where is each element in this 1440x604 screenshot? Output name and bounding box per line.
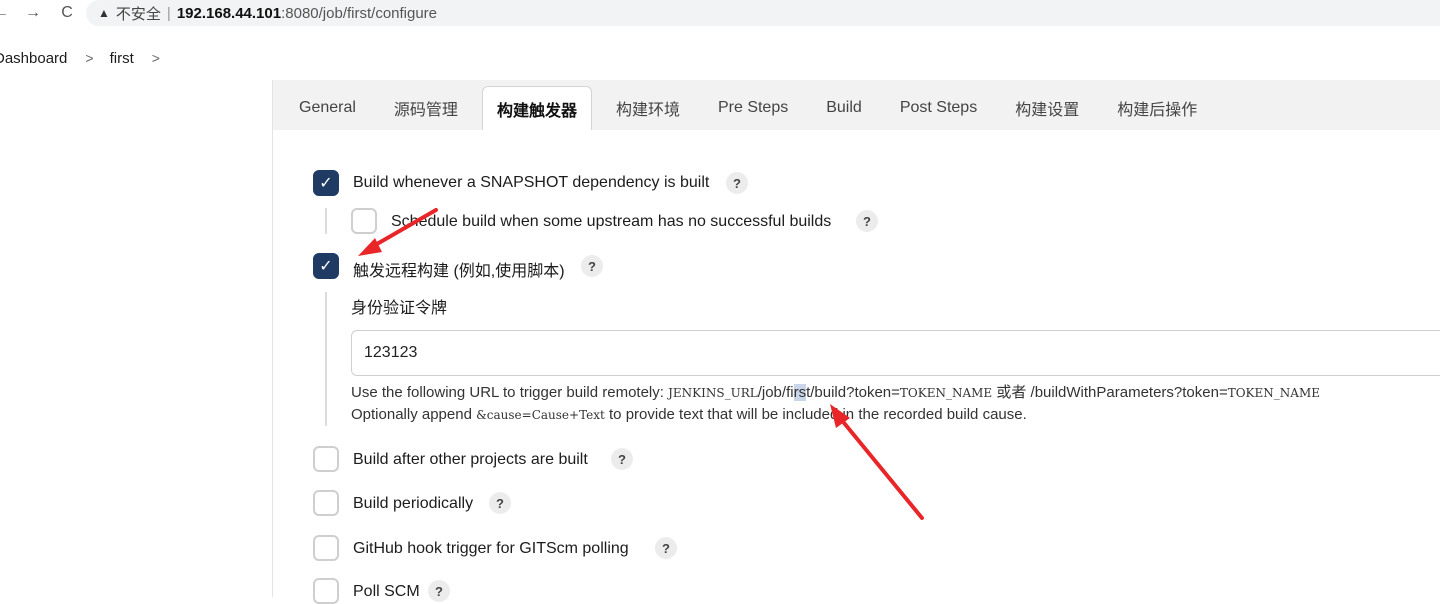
- hint-code: JENKINS_URL: [668, 386, 758, 400]
- hint-text: 或者: [992, 384, 1031, 401]
- upstream-checkbox[interactable]: [351, 208, 377, 234]
- tab-build[interactable]: Build: [812, 86, 876, 130]
- hint-text: t/build?token=: [806, 384, 900, 401]
- help-icon[interactable]: ?: [489, 492, 511, 514]
- hint-code: &cause=Cause+Text: [476, 408, 605, 422]
- warning-icon: ▲: [98, 6, 110, 20]
- remote-trigger-checkbox[interactable]: ✓: [313, 253, 339, 279]
- nested-divider: [325, 208, 327, 234]
- snapshot-label: Build whenever a SNAPSHOT dependency is …: [353, 174, 710, 191]
- url-hint-line: Use the following URL to trigger build r…: [351, 381, 1320, 402]
- tab-source-code[interactable]: 源码管理: [380, 86, 472, 130]
- hint-text: Optionally append: [351, 406, 477, 423]
- url-host: 192.168.44.101: [176, 4, 282, 22]
- hint-text: /buildWithParameters?token=: [1030, 384, 1228, 401]
- url-path: :8080/job/first/configure: [281, 4, 438, 22]
- cause-hint-line: Optionally append &cause=Cause+Text to p…: [351, 406, 1027, 423]
- chevron-right-icon[interactable]: >: [152, 50, 160, 66]
- hint-text: Use the following URL to trigger build r…: [351, 384, 669, 401]
- help-icon[interactable]: ?: [856, 210, 878, 232]
- hint-text: to provide text that will be included in…: [604, 406, 1027, 423]
- insecure-label: 不安全: [115, 5, 161, 23]
- token-label: 身份验证令牌: [351, 300, 448, 317]
- breadcrumb-first[interactable]: first: [110, 50, 134, 67]
- back-icon[interactable]: ←: [0, 2, 12, 24]
- reload-icon[interactable]: C: [56, 2, 78, 24]
- build-after-other-checkbox[interactable]: [313, 446, 339, 472]
- chevron-right-icon: >: [85, 50, 94, 66]
- help-icon[interactable]: ?: [726, 172, 748, 194]
- token-input[interactable]: [351, 330, 1440, 376]
- hint-code: TOKEN_NAME: [899, 386, 993, 400]
- hint-text: /job/fi: [757, 384, 794, 401]
- help-icon[interactable]: ?: [581, 255, 603, 277]
- forward-icon[interactable]: →: [22, 2, 44, 24]
- poll-scm-label: Poll SCM: [353, 583, 420, 600]
- side-panel: [0, 80, 272, 597]
- hint-code: TOKEN_NAME: [1227, 386, 1320, 400]
- breadcrumb-dashboard[interactable]: Dashboard: [0, 50, 67, 67]
- browser-toolbar: ← → C ▲ 不安全 | 192.168.44.101:8080/job/fi…: [0, 0, 1440, 26]
- help-icon[interactable]: ?: [428, 580, 450, 602]
- tab-build-settings[interactable]: 构建设置: [1001, 86, 1093, 130]
- github-hook-label: GitHub hook trigger for GITScm polling: [353, 540, 629, 557]
- help-icon[interactable]: ?: [611, 448, 633, 470]
- poll-scm-checkbox[interactable]: [313, 578, 339, 604]
- upstream-label: Schedule build when some upstream has no…: [391, 213, 832, 230]
- tab-pre-steps[interactable]: Pre Steps: [704, 86, 802, 130]
- tab-post-steps[interactable]: Post Steps: [886, 86, 991, 130]
- build-periodically-label: Build periodically: [353, 495, 474, 512]
- config-main: General 源码管理 构建触发器 构建环境 Pre Steps Build …: [272, 80, 1440, 604]
- build-periodically-checkbox[interactable]: [313, 490, 339, 516]
- nested-divider: [325, 292, 327, 426]
- help-icon[interactable]: ?: [655, 537, 677, 559]
- tab-post-build-actions[interactable]: 构建后操作: [1103, 86, 1211, 130]
- tab-general[interactable]: General: [285, 86, 370, 130]
- build-after-other-label: Build after other projects are built: [353, 451, 588, 468]
- remote-trigger-label: 触发远程构建 (例如,使用脚本): [353, 263, 565, 280]
- config-tabbar: General 源码管理 构建触发器 构建环境 Pre Steps Build …: [273, 80, 1440, 130]
- tab-build-triggers[interactable]: 构建触发器: [481, 86, 592, 130]
- address-separator: |: [166, 4, 171, 22]
- breadcrumb: Dashboard > first >: [0, 36, 176, 80]
- snapshot-checkbox[interactable]: ✓: [313, 170, 339, 196]
- tab-build-environment[interactable]: 构建环境: [602, 86, 694, 130]
- hint-selection: rs: [793, 384, 807, 401]
- address-bar[interactable]: ▲ 不安全 | 192.168.44.101:8080/job/first/co…: [86, 0, 1440, 26]
- github-hook-checkbox[interactable]: [313, 535, 339, 561]
